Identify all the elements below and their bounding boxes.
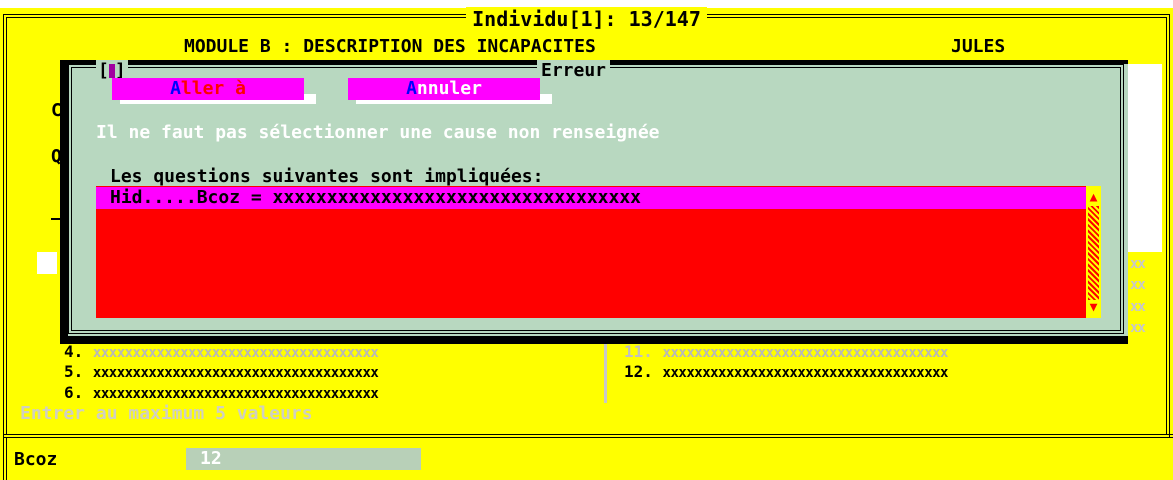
column-divider (604, 341, 607, 403)
answer-value: xxxxxxxxxxxxxxxxxxxxxxxxxxxxxxxxxxxx (662, 365, 949, 381)
hint-text: Entrer au maximum 5 valeurs (20, 403, 313, 424)
window-title-bar: Individu[1]: 13/147 (0, 7, 1173, 31)
goto-button[interactable]: Aller à (112, 78, 304, 100)
side-value: xx (1130, 320, 1146, 336)
answer-value: xxxxxxxxxxxxxxxxxxxxxxxxxxxxxxxxxxxx (92, 386, 379, 402)
window-title: Individu[1]: 13/147 (466, 7, 707, 31)
scroll-down-icon[interactable]: ▼ (1087, 300, 1100, 316)
answer-number: 5. (64, 362, 84, 381)
answer-item-11[interactable]: 11. xxxxxxxxxxxxxxxxxxxxxxxxxxxxxxxxxxxx (624, 342, 948, 363)
cancel-button[interactable]: Annuler (348, 78, 540, 100)
answer-value: xxxxxxxxxxxxxxxxxxxxxxxxxxxxxxxxxxxx (92, 365, 379, 381)
background-panel (1128, 64, 1162, 252)
button-label: nnuler (416, 78, 482, 99)
answer-value: xxxxxxxxxxxxxxxxxxxxxxxxxxxxxxxxxxxx (92, 345, 379, 361)
side-value: xx (1130, 299, 1146, 315)
answer-item-6[interactable]: 6. xxxxxxxxxxxxxxxxxxxxxxxxxxxxxxxxxxxx (64, 383, 379, 404)
list-item[interactable]: Hid.....Bcoz = xxxxxxxxxxxxxxxxxxxxxxxxx… (96, 187, 1086, 209)
list-label: Les questions suivantes sont impliquées: (110, 166, 544, 187)
close-bracket: [ (98, 60, 109, 81)
answer-item-5[interactable]: 5. xxxxxxxxxxxxxxxxxxxxxxxxxxxxxxxxxxxx (64, 362, 379, 383)
side-value: xx (1130, 256, 1146, 272)
hotkey-letter: A (170, 78, 181, 99)
answer-value: xxxxxxxxxxxxxxxxxxxxxxxxxxxxxxxxxxxx (662, 345, 949, 361)
error-message: Il ne faut pas sélectionner une cause no… (96, 122, 660, 143)
scroll-track[interactable] (1088, 206, 1099, 300)
field-frame (3, 434, 1173, 480)
side-value: xx (1130, 277, 1146, 293)
answer-item-12[interactable]: 12. xxxxxxxxxxxxxxxxxxxxxxxxxxxxxxxxxxxx (624, 362, 948, 383)
dos-screen: Individu[1]: 13/147 MODULE B : DESCRIPTI… (0, 0, 1173, 480)
bcoz-input[interactable]: 12 (186, 448, 421, 470)
scroll-up-icon[interactable]: ▲ (1087, 190, 1100, 206)
button-label: ller à (180, 78, 246, 99)
answer-number: 11. (624, 342, 653, 361)
answer-number: 6. (64, 383, 84, 402)
field-label: Bcoz (14, 449, 58, 470)
dialog-title: Erreur (537, 60, 611, 81)
answer-item-4[interactable]: 4. xxxxxxxxxxxxxxxxxxxxxxxxxxxxxxxxxxxx (64, 342, 379, 363)
person-name: JULES (951, 36, 1006, 57)
background-panel (37, 252, 57, 274)
answer-number: 12. (624, 362, 653, 381)
hotkey-letter: A (406, 78, 417, 99)
answer-number: 4. (64, 342, 84, 361)
module-title: MODULE B : DESCRIPTION DES INCAPACITES (184, 36, 596, 57)
